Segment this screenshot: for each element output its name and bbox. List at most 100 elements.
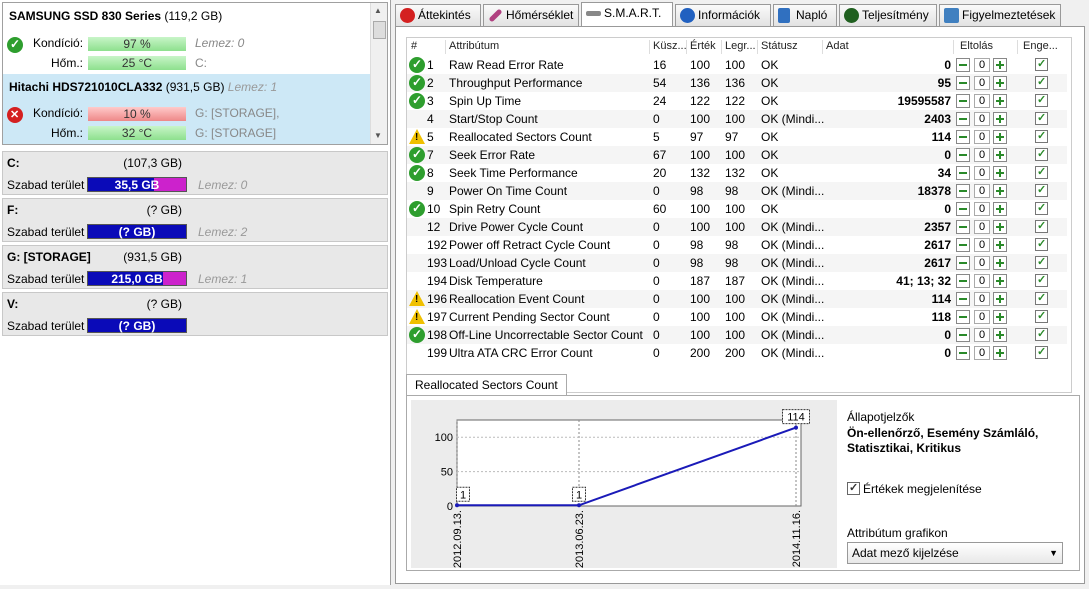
- table-row[interactable]: 4 Start/Stop Count 0 100 100 OK (Mindi... 2403…: [407, 110, 1067, 128]
- decrement-button[interactable]: [956, 166, 970, 180]
- checkbox-icon[interactable]: [847, 481, 860, 495]
- tab-smart[interactable]: S.M.A.R.T.: [581, 2, 673, 27]
- increment-button[interactable]: [993, 346, 1007, 360]
- enabled-checkbox[interactable]: [1035, 237, 1048, 251]
- increment-button[interactable]: [993, 94, 1007, 108]
- increment-button[interactable]: [993, 184, 1007, 198]
- table-row[interactable]: 9 Power On Time Count 0 98 98 OK (Mindi... 183…: [407, 182, 1067, 200]
- offset-field[interactable]: 0: [974, 328, 990, 342]
- offset-field[interactable]: 0: [974, 274, 990, 288]
- offset-field[interactable]: 0: [974, 310, 990, 324]
- increment-button[interactable]: [993, 166, 1007, 180]
- increment-button[interactable]: [993, 112, 1007, 126]
- scroll-up-icon[interactable]: ▲: [374, 6, 382, 15]
- decrement-button[interactable]: [956, 220, 970, 234]
- tab-log[interactable]: Napló: [773, 4, 837, 26]
- drive-item-samsung[interactable]: SAMSUNG SSD 830 Series (119,2 GB) Kondíc…: [3, 3, 371, 73]
- increment-button[interactable]: [993, 256, 1007, 270]
- offset-field[interactable]: 0: [974, 148, 990, 162]
- increment-button[interactable]: [993, 292, 1007, 306]
- decrement-button[interactable]: [956, 202, 970, 216]
- decrement-button[interactable]: [956, 112, 970, 126]
- table-row[interactable]: 5 Reallocated Sectors Count 5 97 97 OK 114 0: [407, 128, 1067, 146]
- enabled-checkbox[interactable]: [1035, 273, 1048, 287]
- table-row[interactable]: 198Off-Line Uncorrectable Sector Count 0 1…: [407, 326, 1067, 344]
- tab-performance[interactable]: Teljesítmény: [839, 4, 937, 26]
- table-row[interactable]: 199 Ultra ATA CRC Error Count 0 200 200 OK (M…: [407, 344, 1067, 362]
- tab-temperature[interactable]: Hőmérséklet: [483, 4, 579, 26]
- offset-field[interactable]: 0: [974, 130, 990, 144]
- tab-warnings[interactable]: Figyelmeztetések: [939, 4, 1061, 26]
- enabled-checkbox[interactable]: [1035, 93, 1048, 107]
- offset-field[interactable]: 0: [974, 220, 990, 234]
- col-header-data[interactable]: Adat: [826, 40, 849, 52]
- increment-button[interactable]: [993, 76, 1007, 90]
- tab-overview[interactable]: Áttekintés: [395, 4, 481, 26]
- increment-button[interactable]: [993, 130, 1007, 144]
- offset-field[interactable]: 0: [974, 112, 990, 126]
- enabled-checkbox[interactable]: [1035, 219, 1048, 233]
- increment-button[interactable]: [993, 328, 1007, 342]
- col-header-threshold[interactable]: Küsz...: [653, 40, 687, 52]
- offset-field[interactable]: 0: [974, 184, 990, 198]
- volume-v[interactable]: V: (? GB) Szabad terület (? GB): [2, 292, 388, 336]
- enabled-checkbox[interactable]: [1035, 111, 1048, 125]
- increment-button[interactable]: [993, 310, 1007, 324]
- table-row[interactable]: 196Reallocation Event Count 0 100 100 OK (Mi…: [407, 290, 1067, 308]
- increment-button[interactable]: [993, 274, 1007, 288]
- enabled-checkbox[interactable]: [1035, 327, 1048, 341]
- table-row[interactable]: 8 Seek Time Performance 20 132 132 OK 34 0: [407, 164, 1067, 182]
- enabled-checkbox[interactable]: [1035, 75, 1048, 89]
- decrement-button[interactable]: [956, 130, 970, 144]
- offset-field[interactable]: 0: [974, 58, 990, 72]
- volume-f[interactable]: F: (? GB) Szabad terület (? GB) Lemez: 2: [2, 198, 388, 242]
- smart-table[interactable]: # Attribútum Küsz... Érték Legr... Státu…: [406, 37, 1072, 393]
- table-row[interactable]: 3 Spin Up Time 24 122 122 OK 19595587 0: [407, 92, 1067, 110]
- drive-item-hitachi[interactable]: Hitachi HDS721010CLA332 (931,5 GB) Lemez…: [3, 74, 371, 144]
- offset-field[interactable]: 0: [974, 166, 990, 180]
- col-header-offset[interactable]: Eltolás: [960, 40, 993, 52]
- volume-c[interactable]: C: (107,3 GB) Szabad terület 35,5 GB Lem…: [2, 151, 388, 195]
- enabled-checkbox[interactable]: [1035, 309, 1048, 323]
- col-header-attribute[interactable]: Attribútum: [449, 40, 499, 52]
- table-row[interactable]: 12 Drive Power Cycle Count 0 100 100 OK (Mind…: [407, 218, 1067, 236]
- offset-field[interactable]: 0: [974, 256, 990, 270]
- enabled-checkbox[interactable]: [1035, 291, 1048, 305]
- volume-g[interactable]: G: [STORAGE] (931,5 GB) Szabad terület 2…: [2, 245, 388, 289]
- enabled-checkbox[interactable]: [1035, 255, 1048, 269]
- decrement-button[interactable]: [956, 346, 970, 360]
- enabled-checkbox[interactable]: [1035, 57, 1048, 71]
- col-header-status[interactable]: Státusz: [761, 40, 798, 52]
- col-header-enabled[interactable]: Enge...: [1023, 40, 1058, 52]
- scroll-down-icon[interactable]: ▼: [374, 131, 382, 140]
- offset-field[interactable]: 0: [974, 292, 990, 306]
- decrement-button[interactable]: [956, 310, 970, 324]
- offset-field[interactable]: 0: [974, 76, 990, 90]
- decrement-button[interactable]: [956, 238, 970, 252]
- increment-button[interactable]: [993, 220, 1007, 234]
- increment-button[interactable]: [993, 148, 1007, 162]
- enabled-checkbox[interactable]: [1035, 165, 1048, 179]
- table-row[interactable]: 192 Power off Retract Cycle Count 0 98 98 OK …: [407, 236, 1067, 254]
- show-values-checkbox[interactable]: Értékek megjelenítése: [847, 481, 982, 496]
- table-row[interactable]: 197Current Pending Sector Count 0 100 100 OK…: [407, 308, 1067, 326]
- scroll-thumb[interactable]: [373, 21, 386, 39]
- decrement-button[interactable]: [956, 274, 970, 288]
- enabled-checkbox[interactable]: [1035, 129, 1048, 143]
- decrement-button[interactable]: [956, 94, 970, 108]
- table-row[interactable]: 193 Load/Unload Cycle Count 0 98 98 OK (Mindi…: [407, 254, 1067, 272]
- enabled-checkbox[interactable]: [1035, 183, 1048, 197]
- offset-field[interactable]: 0: [974, 94, 990, 108]
- table-row[interactable]: 2 Throughput Performance 54 136 136 OK 95 0: [407, 74, 1067, 92]
- table-row[interactable]: 1 Raw Read Error Rate 16 100 100 OK 0 0: [407, 56, 1067, 74]
- offset-field[interactable]: 0: [974, 346, 990, 360]
- offset-field[interactable]: 0: [974, 202, 990, 216]
- decrement-button[interactable]: [956, 184, 970, 198]
- tab-information[interactable]: Információk: [675, 4, 771, 26]
- offset-field[interactable]: 0: [974, 238, 990, 252]
- enabled-checkbox[interactable]: [1035, 345, 1048, 359]
- enabled-checkbox[interactable]: [1035, 147, 1048, 161]
- drive-list-scrollbar[interactable]: ▲ ▼: [370, 3, 387, 144]
- decrement-button[interactable]: [956, 76, 970, 90]
- graph-mode-select[interactable]: Adat mező kijelzése ▼: [847, 542, 1063, 564]
